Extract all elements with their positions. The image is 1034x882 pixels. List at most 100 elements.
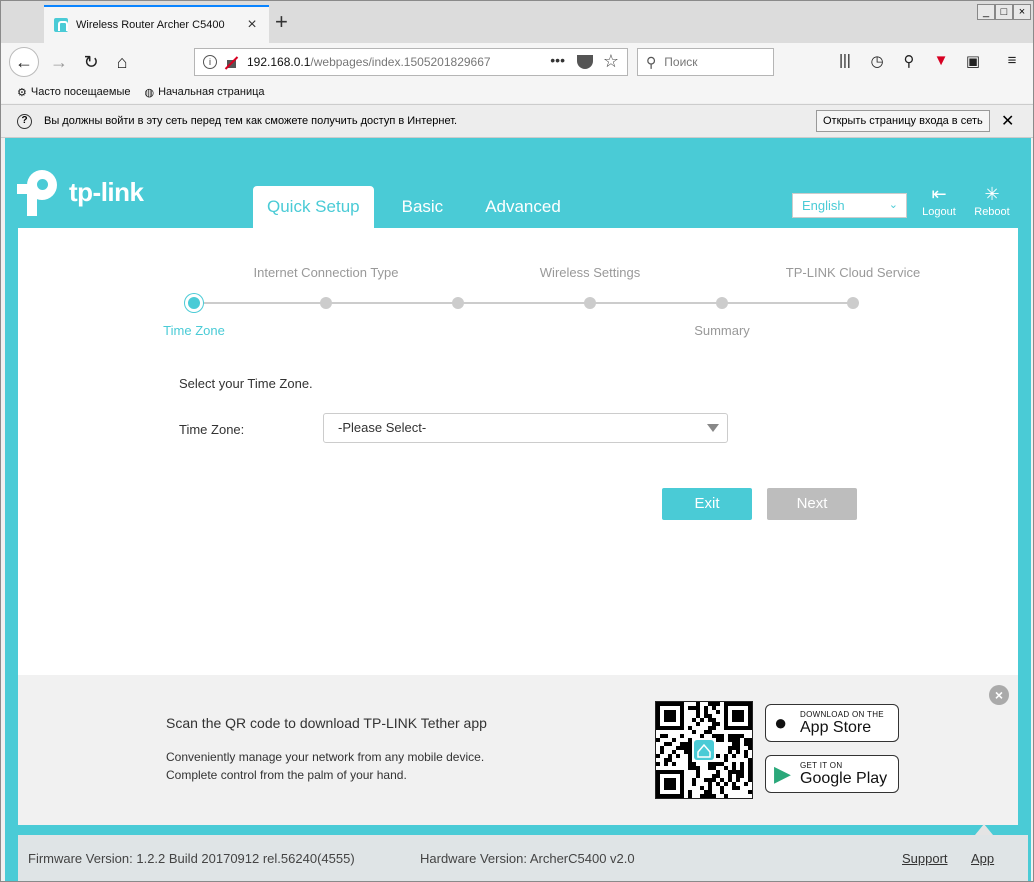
window-controls: _ □ × — [977, 4, 1031, 20]
firmware-version: Firmware Version: 1.2.2 Build 20170912 r… — [28, 851, 355, 866]
home-icon: ⌂ — [116, 51, 128, 72]
google-play-badge[interactable]: ▶ GET IT ON Google Play — [765, 755, 899, 793]
step-dot-wireless — [584, 297, 596, 309]
zoom-search-icon[interactable]: ⚲ — [898, 52, 920, 70]
insecure-lock-icon[interactable] — [225, 56, 237, 68]
navigation-bar: ← → ↻ ⌂ i 192.168.0.1/webpages/index.150… — [1, 43, 1033, 81]
tab-title: Wireless Router Archer C5400 — [76, 19, 225, 31]
logout-button[interactable]: ⇤ Logout — [917, 182, 961, 218]
back-button[interactable]: ← — [9, 47, 39, 77]
wizard-steps: Internet Connection Type Wireless Settin… — [18, 228, 1018, 348]
qr-code-icon — [655, 701, 753, 799]
reboot-button[interactable]: ✳ Reboot — [970, 182, 1014, 218]
bookmark-most-visited[interactable]: ⚙ Часто посещаемые — [17, 86, 130, 99]
apple-icon: ● — [774, 710, 788, 735]
step-label-internet: Internet Connection Type — [253, 265, 399, 280]
steps-line — [194, 302, 854, 304]
url-bar[interactable]: i 192.168.0.1/webpages/index.15052018296… — [194, 48, 628, 76]
open-login-page-button[interactable]: Открыть страницу входа в сеть — [816, 110, 990, 132]
language-value: English — [802, 198, 845, 213]
bookmark-label: Начальная страница — [158, 86, 265, 98]
google-play-small-text: GET IT ON — [800, 761, 843, 770]
bookmark-label: Часто посещаемые — [30, 86, 131, 98]
tether-app-promo: × Scan the QR code to download TP-LINK T… — [18, 675, 1018, 825]
reload-button[interactable]: ↻ — [77, 48, 105, 76]
url-path: /webpages/index.1505201829667 — [310, 55, 491, 69]
library-icon[interactable]: ||| — [834, 52, 856, 69]
reboot-label: Reboot — [974, 206, 1010, 218]
step-dot-cloud — [847, 297, 859, 309]
step-dot-time-zone — [185, 294, 203, 312]
hamburger-menu-icon[interactable]: ≡ — [1001, 52, 1023, 69]
tab-advanced[interactable]: Advanced — [471, 186, 575, 228]
logout-label: Logout — [922, 206, 956, 218]
promo-pointer — [975, 824, 993, 835]
step-dot-summary — [716, 297, 728, 309]
forward-button[interactable]: → — [45, 48, 73, 76]
captive-portal-notification: ? Вы должны войти в эту сеть перед тем к… — [1, 104, 1033, 138]
info-icon[interactable]: i — [203, 55, 217, 69]
step-label-wireless: Wireless Settings — [539, 265, 641, 280]
close-notification-icon[interactable]: ✕ — [1001, 111, 1014, 131]
new-tab-button[interactable]: + — [275, 10, 288, 34]
tab-quick-setup[interactable]: Quick Setup — [253, 186, 374, 228]
pocket-icon[interactable] — [577, 55, 593, 69]
notification-text: Вы должны войти в эту сеть перед тем как… — [44, 115, 458, 127]
time-zone-value: -Please Select- — [338, 420, 427, 435]
tab-bar: Wireless Router Archer C5400 × + _ □ × — [1, 1, 1033, 43]
tab-basic[interactable]: Basic — [388, 186, 458, 228]
minimize-button[interactable]: _ — [977, 4, 995, 20]
tplink-favicon-icon — [54, 18, 68, 32]
promo-title: Scan the QR code to download TP-LINK Tet… — [166, 715, 487, 731]
search-icon: ⚲ — [646, 53, 657, 70]
history-clock-icon[interactable]: ◷ — [866, 52, 888, 70]
bookmark-start-page[interactable]: ◍ Начальная страница — [144, 86, 264, 99]
app-store-small-text: Download on the — [800, 710, 884, 719]
app-store-large-text: App Store — [800, 719, 872, 736]
time-zone-select[interactable]: -Please Select- — [323, 413, 728, 443]
google-play-icon: ▶ — [774, 761, 791, 786]
google-play-large-text: Google Play — [800, 770, 888, 787]
gear-icon: ⚙ — [17, 86, 27, 99]
exit-button[interactable]: Exit — [662, 488, 752, 520]
support-link[interactable]: Support — [902, 851, 948, 866]
browser-tab[interactable]: Wireless Router Archer C5400 × — [44, 5, 269, 43]
search-placeholder: Поиск — [664, 55, 698, 69]
dropdown-arrow-icon — [707, 424, 719, 432]
tplink-logo-mark-icon — [17, 168, 59, 216]
shield-extension-icon[interactable]: ▼ — [930, 52, 952, 69]
step-dot-internet — [320, 297, 332, 309]
search-input[interactable]: ⚲ Поиск — [637, 48, 774, 76]
step-label-cloud: TP-LINK Cloud Service — [785, 265, 921, 280]
tplink-logo: tp-link — [17, 168, 144, 216]
step-label-summary: Summary — [694, 323, 750, 338]
reload-icon: ↻ — [83, 51, 99, 72]
form-prompt: Select your Time Zone. — [179, 376, 313, 391]
reader-view-icon[interactable]: ▣ — [962, 52, 984, 70]
promo-description-2: Complete control from the palm of your h… — [166, 768, 407, 782]
close-window-button[interactable]: × — [1013, 4, 1031, 20]
language-select[interactable]: English ⌄ — [792, 193, 907, 218]
quick-setup-panel: Internet Connection Type Wireless Settin… — [18, 228, 1018, 675]
url-host: 192.168.0.1 — [247, 55, 311, 69]
page-actions-button[interactable]: ••• — [550, 52, 565, 68]
bookmark-star-icon[interactable]: ☆ — [603, 51, 619, 72]
question-icon: ? — [17, 113, 32, 129]
app-link[interactable]: App — [971, 851, 994, 866]
router-page: tp-link Quick Setup Basic Advanced Engli… — [5, 138, 1031, 881]
page-footer: Firmware Version: 1.2.2 Build 20170912 r… — [18, 835, 1028, 881]
home-button[interactable]: ⌂ — [108, 48, 136, 76]
hardware-version: Hardware Version: ArcherC5400 v2.0 — [420, 851, 635, 866]
time-zone-label: Time Zone: — [179, 422, 245, 437]
tab-close-icon[interactable]: × — [245, 16, 259, 34]
next-button[interactable]: Next — [767, 488, 857, 520]
chevron-down-icon: ⌄ — [888, 199, 898, 211]
maximize-button[interactable]: □ — [995, 4, 1013, 20]
app-store-badge[interactable]: ● Download on the App Store — [765, 704, 899, 742]
globe-icon: ◍ — [144, 86, 155, 99]
promo-description-1: Conveniently manage your network from an… — [166, 750, 485, 764]
logout-icon: ⇤ — [931, 184, 947, 204]
browser-window: Wireless Router Archer C5400 × + _ □ × ←… — [0, 0, 1034, 882]
logo-text: tp-link — [69, 176, 144, 207]
close-promo-icon[interactable]: × — [989, 685, 1009, 705]
